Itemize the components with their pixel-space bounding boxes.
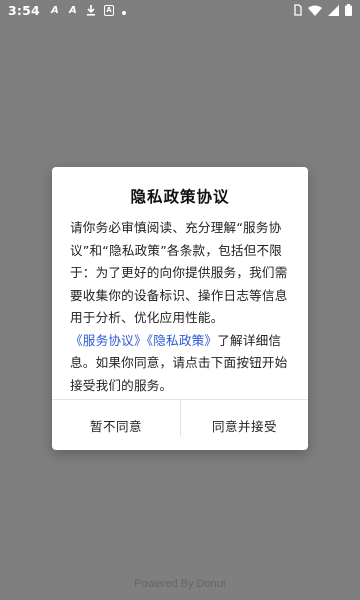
dialog-title: 隐私政策协议 (130, 188, 230, 206)
powered-by-footer: Powered By Donut (134, 578, 226, 590)
a-icon: A (51, 5, 59, 16)
status-bar-right (288, 4, 352, 16)
agree-button[interactable]: 同意并接受 (181, 400, 308, 450)
status-bar: 3:54 A A A (0, 0, 360, 22)
status-time: 3:54 (8, 3, 40, 18)
privacy-policy-dialog: 隐私政策协议 请你务必审慎阅读、充分理解“服务协议”和“隐私政策”各条款，包括但… (52, 167, 308, 450)
status-bar-left: 3:54 A A A (8, 3, 134, 18)
download-icon (86, 5, 96, 16)
a-icon: A (69, 5, 77, 16)
dot-icon (121, 10, 126, 15)
service-agreement-link[interactable]: 《服务协议》 (70, 333, 147, 348)
privacy-policy-link[interactable]: 《隐私政策》 (147, 333, 217, 348)
dialog-body: 请你务必审慎阅读、充分理解“服务协议”和“隐私政策”各条款，包括但不限于：为了更… (70, 217, 292, 397)
sim-card-icon (294, 4, 302, 16)
signal-icon (328, 4, 339, 16)
wifi-icon (308, 5, 322, 16)
a-box-icon: A (103, 5, 114, 16)
battery-icon (345, 4, 352, 16)
decline-button[interactable]: 暂不同意 (52, 400, 180, 450)
dialog-body-text: 请你务必审慎阅读、充分理解“服务协议”和“隐私政策”各条款，包括但不限于：为了更… (70, 220, 288, 325)
